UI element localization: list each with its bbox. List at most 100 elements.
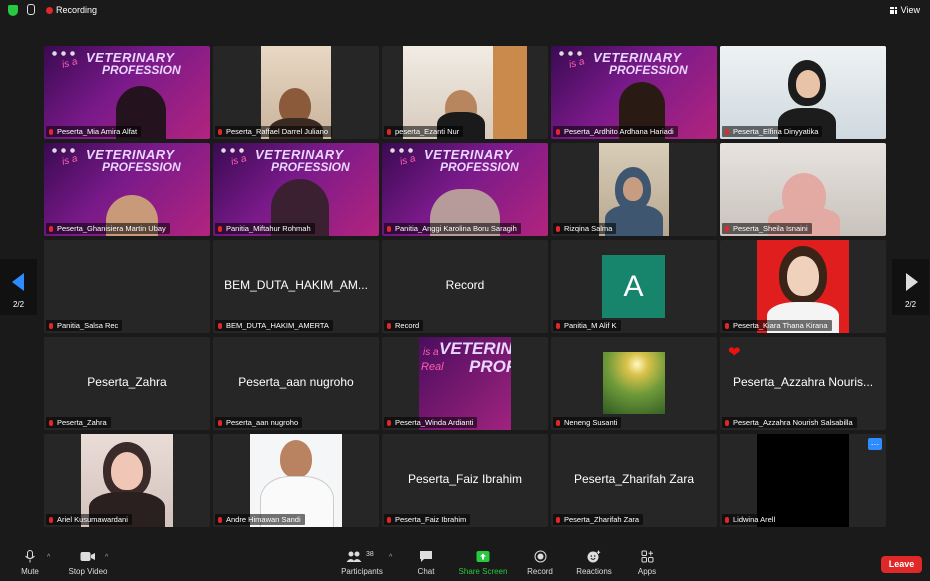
muted-mic-icon: [556, 129, 560, 135]
muted-mic-icon: [387, 517, 391, 523]
video-tile[interactable]: Panitia_Salsa Rec: [44, 240, 210, 333]
muted-mic-icon: [556, 226, 560, 232]
participant-name-label: Neneng Susanti: [553, 417, 622, 428]
video-tile[interactable]: … Lidwina Arell: [720, 434, 886, 527]
more-options-button[interactable]: …: [868, 438, 882, 450]
next-page-button[interactable]: 2/2: [892, 259, 929, 315]
muted-mic-icon: [725, 129, 729, 135]
video-tile[interactable]: Peserta_Sheila Isnaini: [720, 143, 886, 236]
leave-meeting-button[interactable]: Leave: [881, 556, 922, 573]
video-tile[interactable]: Peserta_aan nugroho Peserta_aan nugroho: [213, 337, 379, 430]
muted-mic-icon: [49, 323, 53, 329]
participant-name-label: Peserta_Ghanisiera Martin Ubay: [46, 223, 170, 234]
participant-name-label: Peserta_Kiara Thana Kirana: [722, 320, 832, 331]
grid-icon: [889, 7, 897, 14]
video-tile[interactable]: Peserta_Zharifah Zara Peserta_Zharifah Z…: [551, 434, 717, 527]
participant-name-label: Peserta_aan nugroho: [215, 417, 303, 428]
video-tile[interactable]: is a VETERINARY PROFESSION Panitia_Anggi…: [382, 143, 548, 236]
video-tile[interactable]: is a VETERINARY PROFESSION Panitia_Mifta…: [213, 143, 379, 236]
video-tile[interactable]: Andre Himawan Sandi: [213, 434, 379, 527]
muted-mic-icon: [218, 226, 222, 232]
share-screen-button[interactable]: Share Screen: [455, 550, 511, 576]
participants-options-chevron-icon[interactable]: ^: [389, 554, 392, 561]
recording-dot-icon: [46, 7, 53, 14]
participant-video: [603, 352, 665, 414]
view-button[interactable]: View: [889, 5, 920, 15]
video-tile[interactable]: Peserta_Raffael Darrel Juliano: [213, 46, 379, 139]
arrow-left-icon: [12, 273, 24, 291]
arrow-right-icon: [906, 273, 918, 291]
participant-name-label: Ariel Kusumawardani: [46, 514, 132, 525]
muted-mic-icon: [49, 226, 53, 232]
participant-name-label: Rizqina Salma: [553, 223, 617, 234]
participant-name-label: Peserta_Elfina Dinyyatika: [722, 126, 823, 137]
video-tile[interactable]: A Panitia_M Alif K: [551, 240, 717, 333]
muted-mic-icon: [387, 129, 391, 135]
participants-icon: [346, 551, 362, 562]
muted-mic-icon: [49, 420, 53, 426]
muted-mic-icon: [218, 323, 222, 329]
muted-mic-icon: [218, 129, 222, 135]
apps-icon: [641, 550, 653, 563]
participant-name-label: BEM_DUTA_HAKIM_AMERTA: [215, 320, 333, 331]
video-tile[interactable]: Neneng Susanti: [551, 337, 717, 430]
muted-mic-icon: [725, 420, 729, 426]
participants-count: 38: [366, 551, 374, 558]
video-tile[interactable]: is a VETERINARY PROFESSION Peserta_Ardhi…: [551, 46, 717, 139]
participant-name-label: peserta_Ezanti Nur: [384, 126, 464, 137]
encryption-shield-icon[interactable]: [8, 5, 18, 16]
video-tile[interactable]: Ariel Kusumawardani: [44, 434, 210, 527]
muted-mic-icon: [725, 517, 729, 523]
video-tile[interactable]: is a VETERINARY PROFESSION Peserta_Mia A…: [44, 46, 210, 139]
video-tile[interactable]: Record Record: [382, 240, 548, 333]
participant-display-name: Record: [445, 278, 485, 292]
video-options-chevron-icon[interactable]: ^: [105, 554, 108, 561]
muted-mic-icon: [556, 517, 560, 523]
participant-display-name: Peserta_Azzahra Nouris...: [732, 375, 874, 389]
participant-name-label: Panitia_Anggi Karolina Boru Saragih: [384, 223, 521, 234]
video-tile[interactable]: Peserta_Zahra Peserta_Zahra: [44, 337, 210, 430]
video-tile[interactable]: BEM_DUTA_HAKIM_AM... BEM_DUTA_HAKIM_AMER…: [213, 240, 379, 333]
video-tile[interactable]: Peserta_Faiz Ibrahim Peserta_Faiz Ibrahi…: [382, 434, 548, 527]
participant-name-label: Panitia_M Alif K: [553, 320, 621, 331]
video-tile[interactable]: Peserta_Kiara Thana Kirana: [720, 240, 886, 333]
participant-name-label: Peserta_Azzahra Nourish Salsabilla: [722, 417, 857, 428]
muted-mic-icon: [556, 420, 560, 426]
video-tile[interactable]: is a VETERINARY Real PROFESSION Peserta_…: [382, 337, 548, 430]
muted-mic-icon: [725, 323, 729, 329]
muted-mic-icon: [387, 323, 391, 329]
meeting-toolbar: Mute ^ Stop Video ^ 38 Participants ^ Ch…: [0, 545, 930, 581]
muted-mic-icon: [387, 420, 391, 426]
muted-mic-icon: [387, 226, 391, 232]
audio-options-chevron-icon[interactable]: ^: [47, 554, 50, 561]
participant-name-label: Andre Himawan Sandi: [215, 514, 305, 525]
recording-indicator[interactable]: Recording: [56, 5, 97, 15]
participant-name-label: Panitia_Salsa Rec: [46, 320, 123, 331]
mute-button[interactable]: Mute: [14, 550, 46, 576]
participant-display-name: Peserta_Faiz Ibrahim: [407, 472, 523, 486]
record-icon: [534, 550, 546, 563]
participant-display-name: Peserta_Zharifah Zara: [573, 472, 695, 486]
chat-button[interactable]: Chat: [410, 550, 442, 576]
video-tile[interactable]: Peserta_Elfina Dinyyatika: [720, 46, 886, 139]
video-tile[interactable]: is a VETERINARY PROFESSION Peserta_Ghani…: [44, 143, 210, 236]
participant-display-name: Peserta_aan nugroho: [238, 375, 354, 389]
participant-name-label: Peserta_Faiz Ibrahim: [384, 514, 471, 525]
video-camera-icon: [80, 552, 95, 561]
participants-button[interactable]: 38 Participants: [338, 550, 386, 576]
video-tile[interactable]: peserta_Ezanti Nur: [382, 46, 548, 139]
participant-name-label: Peserta_Winda Ardianti: [384, 417, 478, 428]
participant-avatar: A: [602, 255, 665, 318]
previous-page-button[interactable]: 2/2: [0, 259, 37, 315]
record-button[interactable]: Record: [523, 550, 557, 576]
muted-mic-icon: [218, 420, 222, 426]
reactions-button[interactable]: Reactions: [573, 550, 615, 576]
muted-mic-icon: [556, 323, 560, 329]
video-tile[interactable]: ❤ Peserta_Azzahra Nouris... Peserta_Azza…: [720, 337, 886, 430]
apps-button[interactable]: Apps: [632, 550, 662, 576]
microphone-icon: [25, 550, 35, 563]
muted-mic-icon: [49, 129, 53, 135]
chat-bubble-icon: [420, 551, 432, 562]
smiley-icon: [587, 550, 601, 563]
video-tile[interactable]: Rizqina Salma: [551, 143, 717, 236]
